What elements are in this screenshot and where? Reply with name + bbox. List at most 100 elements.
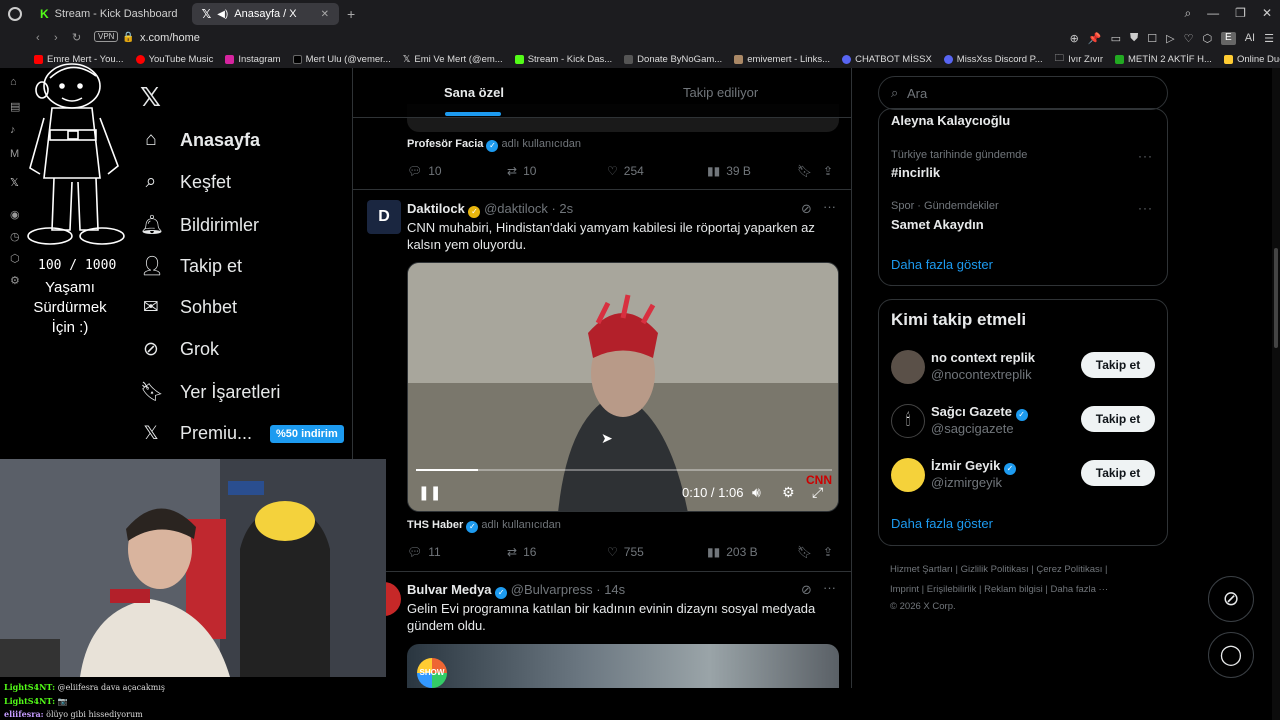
tab-for-you[interactable]: Sana özel: [444, 85, 504, 100]
history-sidebar-icon[interactable]: ▤: [10, 100, 20, 113]
bookmark-item[interactable]: emivemert - Links...: [734, 54, 830, 65]
heart-icon[interactable]: ♡: [1184, 32, 1194, 45]
bookmark-item[interactable]: Instagram: [225, 54, 281, 65]
opera-menu-icon[interactable]: [8, 7, 22, 21]
fullscreen-icon[interactable]: ⤢: [812, 484, 823, 501]
close-tab-icon[interactable]: ✕: [321, 9, 329, 20]
tab-x-home[interactable]: 𝕏 ◀) Anasayfa / X ✕: [191, 3, 340, 25]
more-icon[interactable]: ···: [823, 199, 836, 214]
trend-item[interactable]: Aleyna Kalaycıoğlu: [891, 113, 1010, 128]
post2-author[interactable]: Daktilock: [407, 201, 465, 216]
post3-author[interactable]: Bulvar Medya: [407, 582, 492, 597]
post3-time[interactable]: · 14s: [596, 582, 625, 597]
bookmark-item[interactable]: 🗀 Ivır Zıvır: [1055, 51, 1103, 67]
pin-icon[interactable]: 📌: [1088, 32, 1102, 45]
messages-fab-button[interactable]: ◯: [1208, 632, 1254, 678]
nav-notifications[interactable]: 🔔︎ Bildirimler: [140, 213, 259, 237]
footer-links[interactable]: Hizmet Şartları | Gizlilik Politikası | …: [890, 564, 1108, 575]
url-field[interactable]: x.com/home: [140, 32, 200, 44]
player-icon[interactable]: ▷: [1166, 32, 1174, 45]
volume-icon[interactable]: 🔊︎: [752, 484, 761, 501]
share-icon[interactable]: ⇪: [823, 164, 833, 178]
reply-button[interactable]: 💬︎ 11: [407, 545, 507, 559]
follow-button[interactable]: Takip et: [1081, 352, 1155, 378]
views-button[interactable]: ▮▮ 39 B: [707, 164, 797, 178]
tab-kick-dashboard[interactable]: K Stream - Kick Dashboard: [30, 3, 188, 25]
post2-source[interactable]: THS Haber ✓ adlı kullanıcıdan: [407, 519, 561, 533]
avatar[interactable]: [891, 458, 925, 492]
repost-button[interactable]: ⇄ 16: [507, 545, 607, 559]
vpn-badge[interactable]: VPN: [94, 31, 119, 42]
search-tabs-icon[interactable]: ⌕: [1184, 6, 1191, 21]
reply-button[interactable]: 💬︎ 10: [407, 164, 507, 178]
follow-button[interactable]: Takip et: [1081, 460, 1155, 486]
back-icon[interactable]: ‹: [36, 32, 40, 44]
more-icon[interactable]: ···: [823, 580, 836, 595]
cube-sidebar-icon[interactable]: ⬡: [10, 252, 20, 265]
nav-grok[interactable]: ⊘ Grok: [140, 338, 219, 361]
nav-home[interactable]: ⌂ Anasayfa: [140, 129, 260, 151]
x-sidebar-icon[interactable]: 𝕏: [10, 176, 19, 189]
snapshot-icon[interactable]: ▭: [1111, 32, 1121, 45]
search-input[interactable]: ⌕ Ara: [878, 76, 1168, 110]
daktilock-avatar[interactable]: D: [367, 200, 401, 234]
post2-handle[interactable]: @daktilock: [484, 201, 548, 216]
home-sidebar-icon[interactable]: ⌂: [10, 76, 17, 88]
share-icon[interactable]: ⇪: [823, 545, 833, 559]
more-icon[interactable]: ···: [1138, 149, 1153, 163]
settings-icon[interactable]: ⚙: [782, 484, 795, 501]
nav-follow[interactable]: 👤︎ Takip et: [140, 254, 242, 278]
like-button[interactable]: ♡ 755: [607, 545, 707, 559]
follow-button[interactable]: Takip et: [1081, 406, 1155, 432]
tab-following[interactable]: Takip ediliyor: [683, 85, 758, 100]
suggestion-item[interactable]: 🕯︎ Sağcı Gazete ✓ @sagcigazete Takip et: [891, 402, 1157, 442]
avatar[interactable]: [891, 350, 925, 384]
views-button[interactable]: ▮▮ 203 B: [707, 545, 797, 559]
pause-icon[interactable]: ❚❚: [418, 484, 441, 501]
trend-item[interactable]: #incirlik: [891, 165, 940, 180]
bookmark-item[interactable]: CHATBOT MİSSX: [842, 54, 932, 65]
music-sidebar-icon[interactable]: ♪: [10, 124, 16, 136]
suggestion-item[interactable]: İzmir Geyik ✓ @izmirgeyik Takip et: [891, 456, 1157, 496]
show-more-link[interactable]: Daha fazla göster: [891, 516, 993, 531]
bookmark-star-icon[interactable]: ☐: [1147, 32, 1157, 45]
messenger-sidebar-icon[interactable]: M: [10, 148, 19, 160]
bookmark-item[interactable]: Online Duck Race...: [1223, 54, 1280, 65]
bookmark-item[interactable]: YouTube Music: [135, 54, 213, 65]
show-more-link[interactable]: Daha fazla göster: [891, 257, 993, 272]
nav-messages[interactable]: ✉ Sohbet: [140, 296, 237, 319]
bookmark-item[interactable]: MissXss Discord P...: [943, 54, 1043, 65]
new-tab-button[interactable]: +: [347, 6, 355, 22]
like-button[interactable]: ♡ 254: [607, 164, 707, 178]
post3-media[interactable]: SHOW: [407, 644, 839, 688]
zoom-icon[interactable]: ⊕: [1070, 32, 1079, 45]
bookmark-item[interactable]: Stream - Kick Das...: [514, 54, 612, 65]
minimize-button[interactable]: —: [1207, 6, 1219, 21]
post1-source[interactable]: Profesör Facia ✓ adlı kullanıcıdan: [407, 138, 581, 152]
forward-icon[interactable]: ›: [54, 32, 58, 44]
nav-premium[interactable]: 𝕏 Premiu... %50 indirim: [140, 422, 344, 445]
post2-video[interactable]: CNN ❚❚ 0:10 / 1:06 🔊︎ ⚙ ⤢: [407, 262, 839, 512]
scrollbar-thumb[interactable]: [1274, 248, 1278, 348]
avatar[interactable]: 🕯︎: [891, 404, 925, 438]
repost-button[interactable]: ⇄ 10: [507, 164, 607, 178]
settings-sidebar-icon[interactable]: ⚙: [10, 274, 20, 287]
post3-handle[interactable]: @Bulvarpress: [511, 582, 593, 597]
clock-sidebar-icon[interactable]: ◷: [10, 230, 20, 243]
bookmark-item[interactable]: 𝕏 Emi Ve Mert (@em...: [403, 54, 503, 65]
grok-explain-icon[interactable]: ⊘: [801, 201, 812, 217]
bookmark-icon[interactable]: 🔖︎: [797, 545, 823, 559]
restore-button[interactable]: ❐: [1235, 6, 1246, 21]
nav-bookmarks[interactable]: 🔖︎ Yer İşaretleri: [140, 380, 280, 404]
post2-time[interactable]: · 2s: [551, 201, 573, 216]
bookmark-item[interactable]: METİN 2 AKTİF H...: [1115, 54, 1212, 65]
extensions-icon[interactable]: ⬡: [1202, 32, 1212, 45]
nav-explore[interactable]: ⌕ Keşfet: [140, 171, 231, 193]
close-window-button[interactable]: ✕: [1262, 6, 1272, 21]
aria-ai-button[interactable]: AI: [1245, 32, 1255, 45]
more-icon[interactable]: ···: [1138, 201, 1153, 215]
shield-icon[interactable]: ⛊: [1130, 32, 1138, 45]
record-sidebar-icon[interactable]: ◉: [10, 208, 20, 221]
suggestion-item[interactable]: no context replik @nocontextreplik Takip…: [891, 348, 1157, 388]
bookmark-item[interactable]: Donate ByNoGam...: [624, 54, 722, 65]
